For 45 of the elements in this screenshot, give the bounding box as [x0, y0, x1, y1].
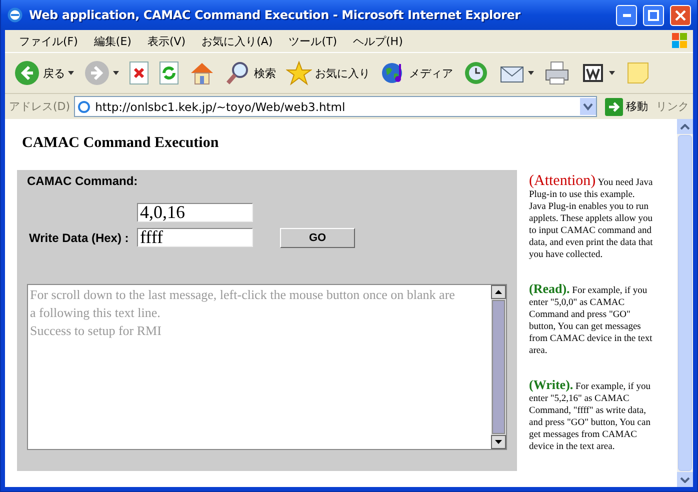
menu-item[interactable]: お気に入り(A): [194, 34, 281, 48]
close-button[interactable]: [670, 4, 691, 26]
close-icon: [675, 10, 686, 20]
menu-item[interactable]: 表示(V): [139, 34, 194, 48]
caret-icon: [113, 71, 119, 75]
menu-item[interactable]: ファイル(F): [11, 34, 86, 48]
menu-item[interactable]: 編集(E): [86, 34, 140, 48]
minimize-button[interactable]: [616, 4, 637, 26]
go-button[interactable]: 移動: [601, 98, 652, 116]
page-scrollbar[interactable]: [677, 119, 693, 487]
command-field[interactable]: 4,0,16: [137, 203, 253, 222]
maximize-button[interactable]: [643, 4, 664, 26]
address-field[interactable]: http://onlsbc1.kek.jp/~toyo/Web/web3.html: [74, 96, 597, 117]
caret-icon: [68, 71, 74, 75]
note-text: (Write). For example, if you enter "5,2,16" as CAMAC Command, "ffff" as write data, and press "GO" button, You can get messages from CAMAC device in the text area.: [529, 379, 652, 453]
menu-item[interactable]: ヘルプ(H): [345, 34, 411, 48]
minimize-icon: [622, 14, 630, 16]
menu-item[interactable]: ツール(T): [280, 34, 345, 48]
note-text: (Read). For example, if you enter "5,0,0" as CAMAC Command and press "GO" button, You can get messages from CAMAC device in the text area.: [529, 283, 654, 357]
windows-logo-icon: [671, 32, 689, 50]
scrollbar[interactable]: [491, 285, 506, 449]
window-title: Web application, CAMAC Command Execution - Microsoft Internet Explorer: [29, 8, 522, 22]
star-icon: [286, 60, 312, 86]
toolbar-button[interactable]: メディア: [377, 56, 456, 90]
toolbar-button[interactable]: 検索: [222, 56, 279, 90]
command-label: CAMAC Command:: [27, 174, 139, 188]
caret-icon: [609, 71, 615, 75]
write-data-label: Write Data (Hex) :: [29, 230, 130, 244]
maximize-icon: [648, 10, 659, 20]
clock-icon: [463, 60, 489, 86]
page-heading: CAMAC Command Execution: [22, 135, 220, 152]
search-icon: [225, 60, 251, 86]
toolbar-button[interactable]: お気に入り: [283, 56, 373, 90]
refresh-icon: [159, 61, 179, 85]
address-label: アドレス(D): [9, 99, 70, 114]
write-data-field[interactable]: ffff: [137, 228, 253, 247]
links-label[interactable]: リンク: [656, 99, 689, 114]
note-text: (Attention)You need Java Plug-in to use this example. Java Plug-in enables you to run applets. These applets allow you to input CAMAC command and data, and even print the data that you have collected.: [529, 175, 654, 261]
stop-icon: [129, 61, 149, 85]
go-button[interactable]: GO: [280, 228, 355, 248]
home-icon: [189, 60, 215, 86]
printer-icon: [544, 60, 570, 86]
caret-icon: [528, 71, 534, 75]
toolbar-button[interactable]: 戻る: [11, 56, 77, 90]
note-icon: [625, 60, 651, 86]
